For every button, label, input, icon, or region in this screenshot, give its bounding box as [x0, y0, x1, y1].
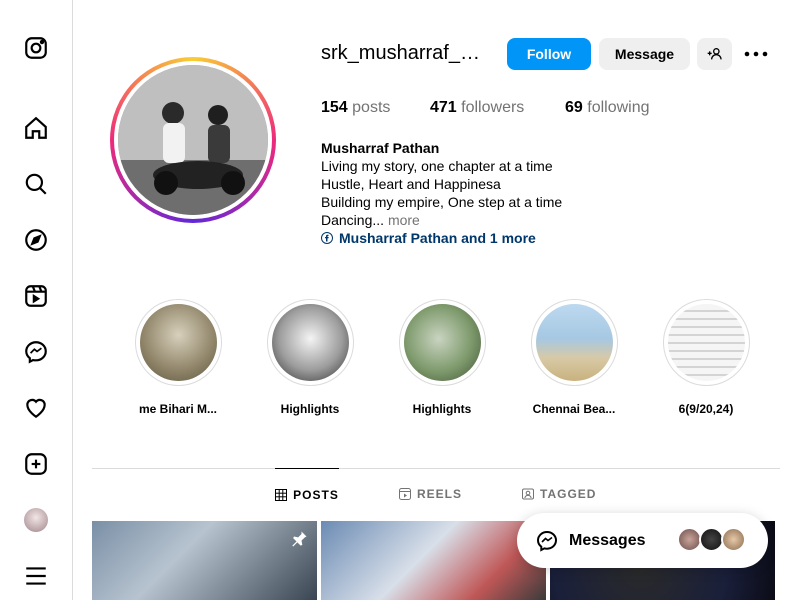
message-button[interactable]: Message — [599, 38, 690, 70]
avatar — [721, 527, 746, 552]
explore-icon[interactable] — [22, 226, 50, 254]
highlight-label: Highlights — [280, 402, 340, 416]
profile-username: srk_musharraf_pathan — [321, 42, 486, 64]
reels-icon[interactable] — [22, 282, 50, 310]
highlight-item[interactable]: Chennai Bea... — [530, 299, 618, 416]
highlight-label: me Bihari M... — [138, 402, 218, 416]
profile-bio: Musharraf Pathan Living my story, one ch… — [321, 139, 562, 247]
follow-button[interactable]: Follow — [507, 38, 591, 70]
messages-label: Messages — [569, 531, 646, 549]
messenger-icon — [536, 530, 558, 552]
highlight-label: 6(9/20,24) — [678, 402, 734, 416]
tab-reels[interactable]: REELS — [399, 468, 462, 520]
grid-icon — [275, 488, 288, 501]
profile-avatar[interactable] — [22, 506, 50, 534]
messages-drawer-button[interactable]: Messages — [517, 513, 768, 568]
more-options-icon[interactable] — [743, 42, 769, 66]
bio-line: Dancing... more — [321, 212, 420, 228]
profile-picture — [118, 65, 268, 215]
reels-icon — [399, 488, 411, 500]
sidebar — [0, 0, 73, 600]
add-user-icon — [707, 48, 722, 60]
highlight-item[interactable]: 6(9/20,24) — [662, 299, 750, 416]
menu-hamburger-icon[interactable] — [22, 562, 50, 590]
tab-posts[interactable]: POSTS — [275, 468, 339, 520]
posts-count: 154 posts — [321, 99, 391, 116]
home-icon[interactable] — [22, 114, 50, 142]
following-link[interactable]: 69 following — [565, 99, 650, 117]
notifications-heart-icon[interactable] — [22, 394, 50, 422]
suggest-user-button[interactable] — [697, 38, 732, 70]
messages-avatars — [677, 527, 746, 552]
bio-full-name: Musharraf Pathan — [321, 140, 440, 156]
highlight-label: Highlights — [412, 402, 472, 416]
post-thumbnail[interactable] — [92, 521, 317, 600]
search-icon[interactable] — [22, 170, 50, 198]
post-thumbnail[interactable] — [321, 521, 546, 600]
pinned-icon — [292, 531, 307, 547]
bio-line: Building my empire, One step at a time — [321, 194, 563, 210]
instagram-logo-icon[interactable] — [22, 34, 50, 62]
highlight-item[interactable]: Highlights — [266, 299, 354, 416]
tagged-icon — [522, 488, 534, 500]
create-plus-icon[interactable] — [22, 450, 50, 478]
bio-facebook-link[interactable]: Musharraf Pathan and 1 more — [321, 229, 562, 247]
followers-link[interactable]: 471 followers — [430, 99, 524, 117]
highlight-item[interactable]: Highlights — [398, 299, 486, 416]
profile-main: srk_musharraf_pathan Follow Message 154 … — [73, 0, 800, 600]
messenger-icon[interactable] — [22, 338, 50, 366]
highlight-label: Chennai Bea... — [532, 402, 616, 416]
bio-more-link[interactable]: more — [388, 212, 420, 228]
bio-line: Hustle, Heart and Happinesa — [321, 176, 501, 192]
profile-story-ring[interactable] — [110, 57, 276, 223]
facebook-icon — [321, 232, 333, 244]
bio-line: Living my story, one chapter at a time — [321, 158, 553, 174]
highlight-item[interactable]: me Bihari M... — [134, 299, 222, 416]
